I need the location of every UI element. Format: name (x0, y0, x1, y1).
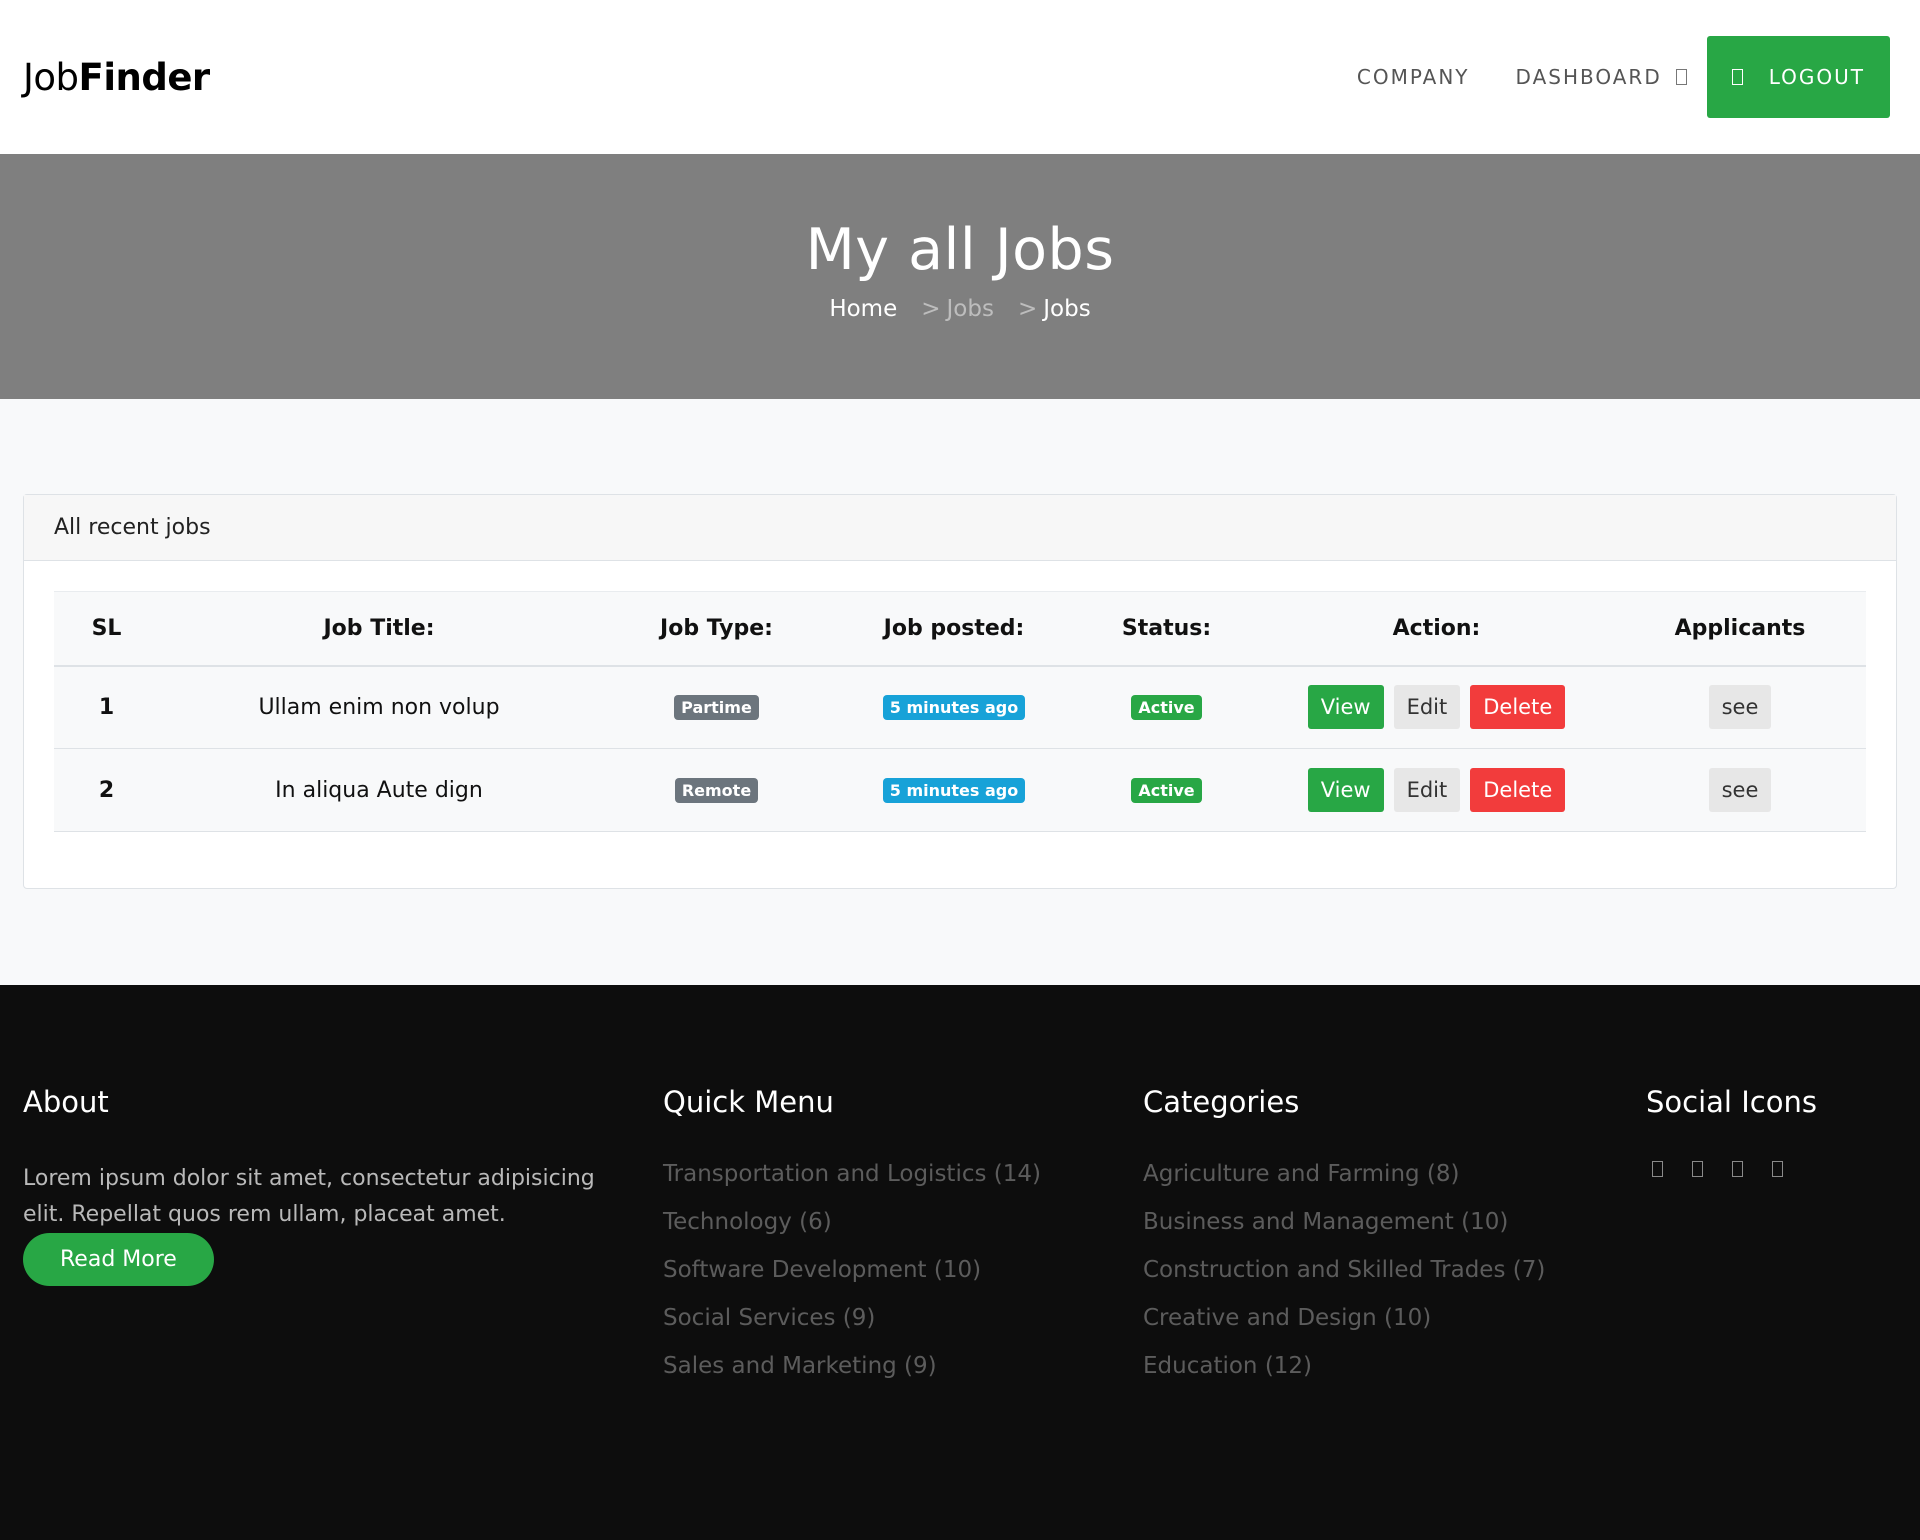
status-badge: Active (1131, 695, 1202, 721)
delete-button[interactable]: Delete (1470, 768, 1566, 812)
breadcrumb-jobs-link[interactable]: > Jobs (921, 296, 994, 322)
footer-categories-heading: Categories (1143, 1085, 1300, 1119)
status-badge: Active (1131, 778, 1202, 803)
row-actions: View Edit Delete (1259, 749, 1614, 832)
breadcrumb-current-label: Jobs (1043, 295, 1091, 322)
row-actions: View Edit Delete (1259, 666, 1614, 749)
category-item[interactable]: Creative and Design (10) (1143, 1305, 1646, 1331)
footer-about: About Lorem ipsum dolor sit amet, consec… (23, 1085, 663, 1540)
col-job-type: Job Type: (660, 615, 773, 641)
logout-button[interactable]: LOGOUT (1706, 36, 1890, 118)
view-button[interactable]: View (1307, 768, 1384, 812)
breadcrumb-mid-label: Jobs (946, 295, 994, 322)
row-posted-cell: 5 minutes ago (834, 749, 1074, 832)
col-status: Status: (1121, 615, 1212, 641)
jobs-card: All recent jobs SL Job Title: Job Type: … (23, 494, 1897, 889)
card-body: SL Job Title: Job Type: Job posted: Stat… (24, 561, 1896, 832)
footer-categories: Categories Agriculture and Farming (8) B… (1143, 1085, 1646, 1540)
site-header: JobFinder COMPANY DASHBOARD LOGOUT (0, 0, 1920, 154)
logo-light-text: Job (23, 55, 79, 99)
row-job-title: Ullam enim non volup (258, 694, 500, 720)
row-applicants-cell: see (1614, 666, 1866, 749)
breadcrumb-separator: > (921, 295, 941, 322)
row-job-type-cell: Remote (599, 749, 834, 832)
social-icon-3[interactable] (1732, 1161, 1743, 1177)
logout-icon (1731, 69, 1743, 85)
social-icons (1646, 1161, 1817, 1177)
edit-button[interactable]: Edit (1393, 685, 1461, 730)
edit-button[interactable]: Edit (1393, 768, 1461, 812)
page-title: My all Jobs (805, 217, 1115, 283)
nav-dashboard-label: DASHBOARD (1515, 65, 1662, 89)
social-icon-2[interactable] (1692, 1161, 1703, 1177)
quick-menu-item[interactable]: Technology (6) (663, 1209, 1143, 1235)
view-button[interactable]: View (1307, 685, 1384, 730)
col-action: Action: (1392, 615, 1481, 641)
row-sl: 2 (98, 777, 115, 803)
row-sl: 1 (98, 694, 115, 720)
quick-menu-item[interactable]: Software Development (10) (663, 1257, 1143, 1283)
category-item[interactable]: Construction and Skilled Trades (7) (1143, 1257, 1646, 1283)
job-type-badge: Partime (674, 695, 759, 721)
table-row: 1 Ullam enim non volup Partime 5 minutes… (54, 665, 1866, 749)
nav-company[interactable]: COMPANY (1357, 65, 1470, 89)
logout-label: LOGOUT (1768, 65, 1865, 89)
col-applicants: Applicants (1674, 615, 1806, 641)
main-nav: COMPANY DASHBOARD LOGOUT (1311, 36, 1890, 118)
read-more-button[interactable]: Read More (23, 1233, 214, 1286)
see-applicants-button[interactable]: see (1708, 685, 1772, 730)
dropdown-icon (1675, 69, 1687, 85)
quick-menu-item[interactable]: Social Services (9) (663, 1305, 1143, 1331)
row-posted-cell: 5 minutes ago (834, 666, 1074, 749)
jobs-table: SL Job Title: Job Type: Job posted: Stat… (54, 591, 1866, 832)
footer-quick-menu-heading: Quick Menu (663, 1085, 834, 1119)
logo[interactable]: JobFinder (23, 56, 210, 99)
footer-social: Social Icons (1646, 1085, 1817, 1540)
row-job-title: In aliqua Aute dign (275, 777, 483, 803)
table-row: 2 In aliqua Aute dign Remote 5 minutes a… (54, 748, 1866, 832)
quick-menu-item[interactable]: Sales and Marketing (9) (663, 1353, 1143, 1379)
col-sl: SL (91, 615, 122, 641)
card-title: All recent jobs (24, 495, 1896, 561)
category-item[interactable]: Education (12) (1143, 1353, 1646, 1379)
quick-menu-item[interactable]: Transportation and Logistics (14) (663, 1161, 1143, 1187)
nav-company-label: COMPANY (1356, 65, 1470, 89)
breadcrumb: Home > Jobs > Jobs (829, 296, 1090, 322)
row-status-cell: Active (1074, 666, 1259, 749)
breadcrumb-separator: > (1017, 295, 1038, 322)
page-hero: My all Jobs Home > Jobs > Jobs (0, 154, 1920, 399)
see-applicants-button[interactable]: see (1708, 768, 1772, 812)
footer-quick-menu: Quick Menu Transportation and Logistics … (663, 1085, 1143, 1540)
delete-button[interactable]: Delete (1470, 685, 1566, 730)
nav-dashboard[interactable]: DASHBOARD (1516, 65, 1687, 89)
row-status-cell: Active (1074, 749, 1259, 832)
social-icon-1[interactable] (1652, 1161, 1663, 1177)
job-type-badge: Remote (674, 778, 759, 803)
posted-badge: 5 minutes ago (882, 778, 1026, 803)
footer-about-text: Lorem ipsum dolor sit amet, consectetur … (23, 1166, 595, 1227)
row-applicants-cell: see (1614, 749, 1866, 832)
category-item[interactable]: Agriculture and Farming (8) (1143, 1161, 1646, 1187)
logo-bold-text: Finder (78, 55, 211, 99)
breadcrumb-home[interactable]: Home (829, 296, 897, 322)
site-footer: About Lorem ipsum dolor sit amet, consec… (0, 985, 1920, 1540)
breadcrumb-current: > Jobs (1018, 296, 1091, 322)
main-content: All recent jobs SL Job Title: Job Type: … (0, 399, 1920, 985)
category-item[interactable]: Business and Management (10) (1143, 1209, 1646, 1235)
posted-badge: 5 minutes ago (882, 695, 1026, 721)
social-icon-4[interactable] (1772, 1161, 1783, 1177)
footer-social-heading: Social Icons (1646, 1085, 1817, 1119)
row-job-type-cell: Partime (599, 666, 834, 749)
footer-about-heading: About (23, 1085, 109, 1119)
table-header-row: SL Job Title: Job Type: Job posted: Stat… (54, 591, 1866, 666)
col-job-posted: Job posted: (883, 615, 1025, 641)
col-job-title: Job Title: (323, 615, 435, 641)
